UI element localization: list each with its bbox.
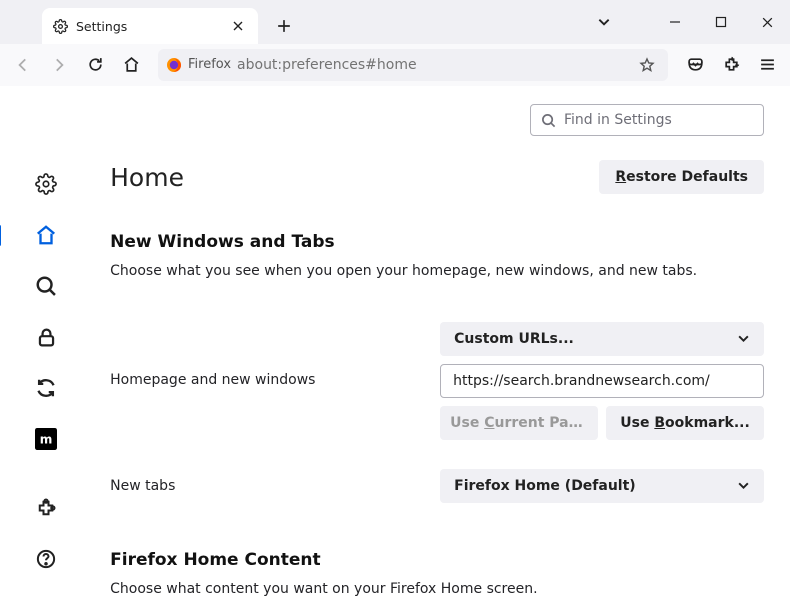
nav-general[interactable] [28,168,64,201]
use-current-pages-button[interactable]: Use Current Pages [440,406,598,440]
search-icon [541,113,556,128]
nav-privacy[interactable] [28,321,64,354]
chevron-down-icon [737,332,750,345]
app-menu-button[interactable] [750,49,784,81]
nav-search[interactable] [28,270,64,303]
new-tab-button[interactable] [266,8,302,44]
bookmark-star-button[interactable] [634,52,660,78]
restore-defaults-button[interactable]: Restore Defaults [599,160,764,194]
section-homecontent-title: Firefox Home Content [110,550,764,570]
newtabs-value: Firefox Home (Default) [454,478,636,494]
window-close-button[interactable] [744,5,790,39]
settings-nav-rail: m [0,86,92,603]
list-all-tabs-button[interactable] [586,4,622,40]
homepage-url-input[interactable] [440,364,764,398]
section-new-windows-title: New Windows and Tabs [110,232,764,252]
nav-sync[interactable] [28,372,64,405]
preferences-content: Find in Settings m Home [0,86,790,603]
back-button[interactable] [6,49,40,81]
forward-button[interactable] [42,49,76,81]
reload-button[interactable] [78,49,112,81]
homepage-mode-dropdown[interactable]: Custom URLs... [440,322,764,356]
nav-home[interactable] [28,219,64,252]
homepage-label: Homepage and new windows [110,322,440,388]
settings-main: Home Restore Defaults New Windows and Ta… [92,86,790,603]
nav-toolbar: Firefox about:preferences#home [0,44,790,86]
browser-tab[interactable]: Settings [42,8,258,44]
nav-help[interactable] [28,543,64,576]
section-new-windows-sub: Choose what you see when you open your h… [110,262,764,282]
newtabs-dropdown[interactable]: Firefox Home (Default) [440,469,764,503]
use-bookmark-button[interactable]: Use Bookmark... [606,406,764,440]
find-in-settings-input[interactable]: Find in Settings [530,104,764,136]
tab-close-button[interactable] [228,16,248,36]
svg-text:m: m [40,433,53,447]
extensions-button[interactable] [714,49,748,81]
save-to-pocket-button[interactable] [678,49,712,81]
window-minimize-button[interactable] [652,5,698,39]
window-maximize-button[interactable] [698,5,744,39]
home-button[interactable] [114,49,148,81]
tab-title: Settings [76,19,228,34]
firefox-logo-icon [166,57,182,73]
newtabs-label: New tabs [110,478,440,494]
page-title: Home [110,163,184,192]
gear-icon [52,18,68,34]
chevron-down-icon [737,479,750,492]
identity-label: Firefox [188,57,231,72]
nav-more-from-mozilla[interactable]: m [28,423,64,456]
nav-extensions[interactable] [28,492,64,525]
url-bar[interactable]: Firefox about:preferences#home [158,49,668,81]
homepage-mode-value: Custom URLs... [454,331,574,347]
section-homecontent-sub: Choose what content you want on your Fir… [110,580,764,600]
find-placeholder: Find in Settings [564,112,672,128]
url-text: about:preferences#home [237,57,417,73]
tab-strip: Settings [0,0,790,44]
